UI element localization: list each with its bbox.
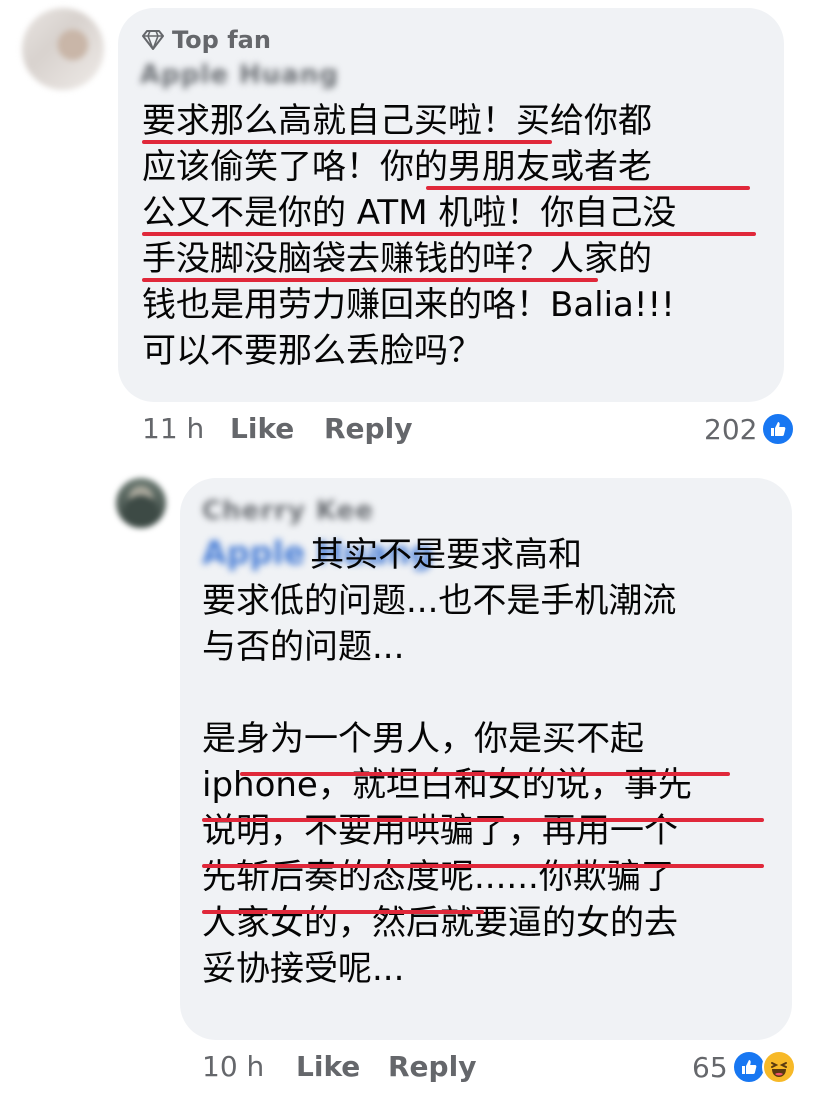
diamond-icon [142, 30, 164, 50]
comment-actions: 11 h Like Reply [142, 412, 412, 445]
reaction-summary[interactable]: 202 [704, 412, 796, 446]
highlight-underline [142, 140, 552, 144]
like-icon [761, 412, 796, 446]
top-fan-badge: Top fan [142, 26, 271, 54]
comment-line: 妥协接受呢... [202, 949, 405, 989]
comment-line: 其实不是要求高和 [202, 535, 583, 575]
comment-line: 手没脚没脑袋去赚钱的咩？人家的 [142, 239, 652, 279]
comment-line: 人家女的，然后就要逼的女的去 [202, 903, 678, 943]
author-name[interactable]: Apple Huang [140, 60, 339, 90]
highlight-underline [142, 232, 756, 236]
like-button[interactable]: Like [296, 1050, 388, 1083]
comment-line: 应该偷笑了咯！你的男朋友或者老 [142, 147, 652, 187]
like-button[interactable]: Like [230, 412, 324, 445]
commenter-avatar[interactable] [116, 478, 166, 528]
comment-body: 其实不是要求高和 要求低的问题...也不是手机潮流 与否的问题... 是身为一个… [202, 532, 692, 992]
badge-label: Top fan [172, 26, 271, 54]
comment-line: 公又不是你的 ATM 机啦！你自己没 [142, 193, 677, 233]
comment-line: 可以不要那么丢脸吗？ [142, 331, 482, 371]
comment-line: 说明，不要用哄骗了，再用一个 [202, 811, 678, 851]
timestamp[interactable]: 11 h [142, 412, 230, 445]
like-icon [731, 1050, 766, 1084]
highlight-underline [202, 864, 764, 868]
comment-line: 钱也是用劳力赚回来的咯！Balia!!! [142, 285, 675, 325]
reaction-count: 202 [704, 412, 758, 446]
reply-button[interactable]: Reply [324, 412, 412, 445]
reaction-summary[interactable]: 65 [692, 1050, 796, 1084]
comment-line: 是身为一个男人，你是买不起 [202, 719, 644, 759]
comment-line: iphone，就坦白和女的说，事先 [202, 765, 692, 805]
timestamp[interactable]: 10 h [202, 1050, 296, 1083]
reaction-count: 65 [692, 1050, 728, 1084]
comment-line: 先斩后奏的态度呢......你欺骗了 [202, 857, 675, 897]
commenter-avatar[interactable] [22, 8, 104, 90]
comment-line: 要求低的问题...也不是手机潮流 [202, 581, 677, 621]
haha-icon [761, 1050, 796, 1084]
highlight-underline [202, 818, 764, 822]
reply-button[interactable]: Reply [388, 1050, 476, 1083]
comment-line: 要求那么高就自己买啦！买给你都 [142, 101, 652, 141]
author-name[interactable]: Cherry Kee [202, 496, 374, 526]
highlight-underline [202, 910, 484, 914]
highlight-underline [426, 186, 750, 190]
highlight-underline [240, 772, 730, 776]
highlight-underline [142, 278, 598, 282]
comment-actions: 10 h Like Reply [202, 1050, 476, 1083]
comment-line: 与否的问题... [202, 627, 405, 667]
